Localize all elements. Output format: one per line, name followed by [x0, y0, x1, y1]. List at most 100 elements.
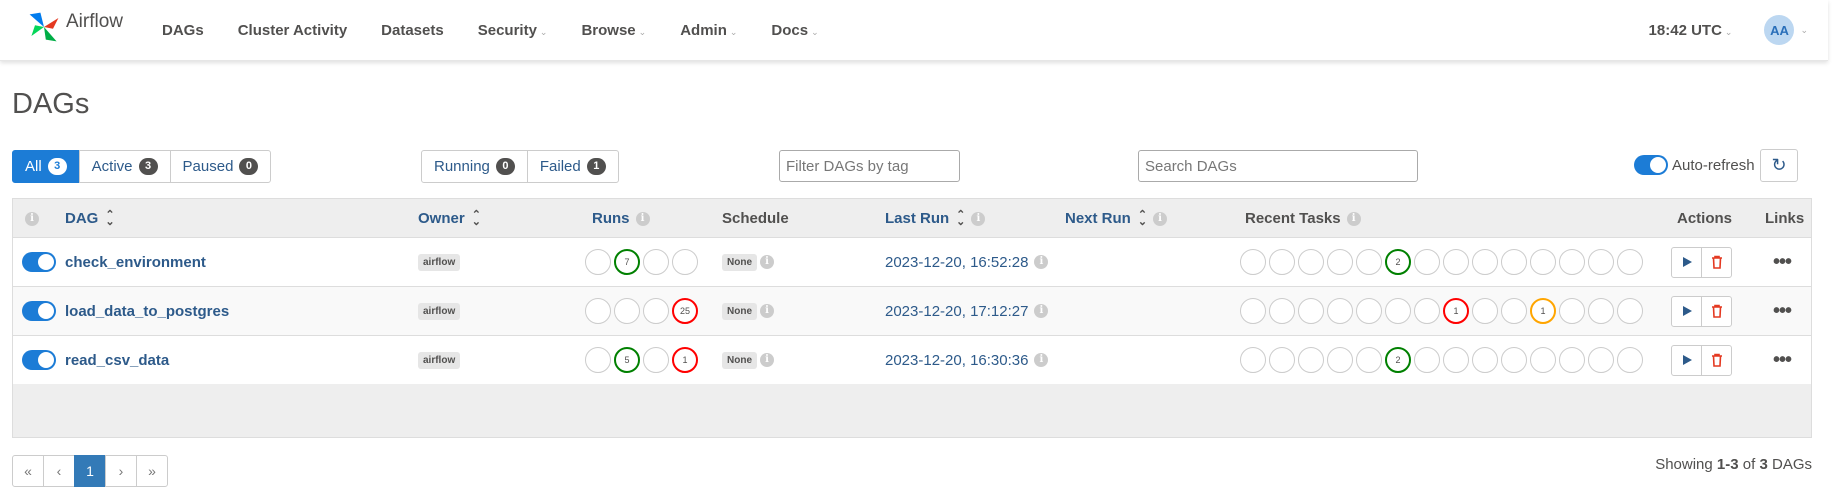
delete-dag-button[interactable] [1701, 246, 1732, 278]
nav-item-browse[interactable]: Browse ⌄ [564, 22, 663, 39]
prev-page-button[interactable]: ‹ [43, 455, 75, 487]
task-state-circle[interactable] [1530, 249, 1556, 275]
info-icon[interactable]: i [1346, 212, 1361, 227]
last-run-link[interactable]: 2023-12-20, 16:30:36 [885, 352, 1028, 369]
task-state-circle[interactable] [1414, 347, 1440, 373]
tag-filter-input[interactable] [779, 150, 960, 182]
filter-running-button[interactable]: Running 0 [421, 150, 528, 183]
dag-link[interactable]: check_environment [65, 254, 206, 271]
trigger-dag-button[interactable] [1671, 295, 1702, 327]
last-page-button[interactable]: » [136, 455, 168, 487]
clock-dropdown[interactable]: 18:42 UTC ⌄ [1649, 22, 1733, 39]
task-state-circle[interactable] [1298, 347, 1324, 373]
task-state-circle[interactable] [1356, 347, 1382, 373]
task-state-circle[interactable] [1298, 298, 1324, 324]
more-links-icon[interactable]: ••• [1773, 252, 1792, 272]
owner-badge[interactable]: airflow [418, 351, 461, 369]
run-state-circle[interactable] [614, 298, 640, 324]
user-avatar[interactable]: AA [1764, 15, 1795, 45]
info-icon[interactable]: i [971, 212, 986, 227]
task-state-circle[interactable] [1588, 347, 1614, 373]
dag-pause-toggle[interactable] [22, 301, 56, 321]
info-icon[interactable]: i [1034, 353, 1049, 367]
task-state-circle[interactable] [1559, 249, 1585, 275]
run-state-circle[interactable]: 7 [614, 249, 640, 275]
first-page-button[interactable]: « [12, 455, 44, 487]
last-run-link[interactable]: 2023-12-20, 16:52:28 [885, 254, 1028, 271]
delete-dag-button[interactable] [1701, 295, 1732, 327]
nav-item-cluster-activity[interactable]: Cluster Activity [221, 22, 364, 39]
task-state-circle[interactable] [1501, 298, 1527, 324]
dag-link[interactable]: read_csv_data [65, 352, 169, 369]
run-state-circle[interactable] [643, 249, 669, 275]
info-icon[interactable]: i [760, 255, 774, 269]
page-button[interactable]: 1 [74, 455, 106, 487]
task-state-circle[interactable] [1356, 249, 1382, 275]
search-input[interactable] [1138, 150, 1418, 182]
run-state-circle[interactable] [643, 347, 669, 373]
run-state-circle[interactable]: 1 [672, 347, 698, 373]
filter-paused-button[interactable]: Paused 0 [169, 150, 272, 183]
task-state-circle[interactable] [1298, 249, 1324, 275]
task-state-circle[interactable] [1385, 298, 1411, 324]
task-state-circle[interactable] [1327, 347, 1353, 373]
run-state-circle[interactable] [672, 249, 698, 275]
task-state-circle[interactable] [1356, 298, 1382, 324]
owner-badge[interactable]: airflow [418, 302, 461, 320]
task-state-circle[interactable] [1501, 249, 1527, 275]
nav-item-security[interactable]: Security ⌄ [461, 22, 565, 39]
dag-pause-toggle[interactable] [22, 350, 56, 370]
next-page-button[interactable]: › [105, 455, 137, 487]
auto-refresh-toggle[interactable] [1634, 155, 1668, 175]
header-dag[interactable]: DAG ⌃ ⌄ [65, 210, 115, 228]
task-state-circle[interactable] [1269, 249, 1295, 275]
run-state-circle[interactable] [585, 249, 611, 275]
task-state-circle[interactable] [1501, 347, 1527, 373]
delete-dag-button[interactable] [1701, 344, 1732, 376]
task-state-circle[interactable] [1530, 347, 1556, 373]
run-state-circle[interactable]: 5 [614, 347, 640, 373]
task-state-circle[interactable]: 1 [1530, 298, 1556, 324]
task-state-circle[interactable] [1269, 347, 1295, 373]
filter-failed-button[interactable]: Failed 1 [526, 150, 619, 183]
task-state-circle[interactable] [1269, 298, 1295, 324]
task-state-circle[interactable]: 2 [1385, 249, 1411, 275]
task-state-circle[interactable]: 1 [1443, 298, 1469, 324]
filter-active-button[interactable]: Active 3 [78, 150, 171, 183]
refresh-button[interactable]: ↻ [1760, 149, 1798, 182]
filter-all-button[interactable]: All 3 [12, 150, 80, 183]
info-icon[interactable]: i [1034, 255, 1049, 269]
task-state-circle[interactable] [1414, 298, 1440, 324]
task-state-circle[interactable] [1588, 249, 1614, 275]
info-icon[interactable]: i [635, 212, 650, 227]
run-state-circle[interactable] [585, 347, 611, 373]
trigger-dag-button[interactable] [1671, 344, 1702, 376]
owner-badge[interactable]: airflow [418, 253, 461, 271]
last-run-link[interactable]: 2023-12-20, 17:12:27 [885, 303, 1028, 320]
task-state-circle[interactable] [1414, 249, 1440, 275]
task-state-circle[interactable] [1617, 298, 1643, 324]
header-next-run[interactable]: Next Run ⌃ ⌄ i [1065, 210, 1168, 228]
header-owner[interactable]: Owner ⌃ ⌄ [418, 210, 481, 228]
task-state-circle[interactable]: 2 [1385, 347, 1411, 373]
task-state-circle[interactable] [1559, 298, 1585, 324]
more-links-icon[interactable]: ••• [1773, 301, 1792, 321]
nav-item-datasets[interactable]: Datasets [364, 22, 461, 39]
task-state-circle[interactable] [1443, 347, 1469, 373]
nav-item-dags[interactable]: DAGs [145, 22, 221, 39]
task-state-circle[interactable] [1472, 347, 1498, 373]
task-state-circle[interactable] [1617, 249, 1643, 275]
info-icon[interactable]: i [1034, 304, 1049, 318]
info-icon[interactable]: i [760, 353, 774, 367]
run-state-circle[interactable] [643, 298, 669, 324]
nav-item-docs[interactable]: Docs ⌄ [754, 22, 835, 39]
nav-item-admin[interactable]: Admin ⌄ [663, 22, 754, 39]
task-state-circle[interactable] [1588, 298, 1614, 324]
task-state-circle[interactable] [1559, 347, 1585, 373]
header-last-run[interactable]: Last Run ⌃ ⌄ i [885, 210, 986, 228]
run-state-circle[interactable]: 25 [672, 298, 698, 324]
task-state-circle[interactable] [1472, 249, 1498, 275]
task-state-circle[interactable] [1617, 347, 1643, 373]
dag-pause-toggle[interactable] [22, 252, 56, 272]
task-state-circle[interactable] [1327, 298, 1353, 324]
